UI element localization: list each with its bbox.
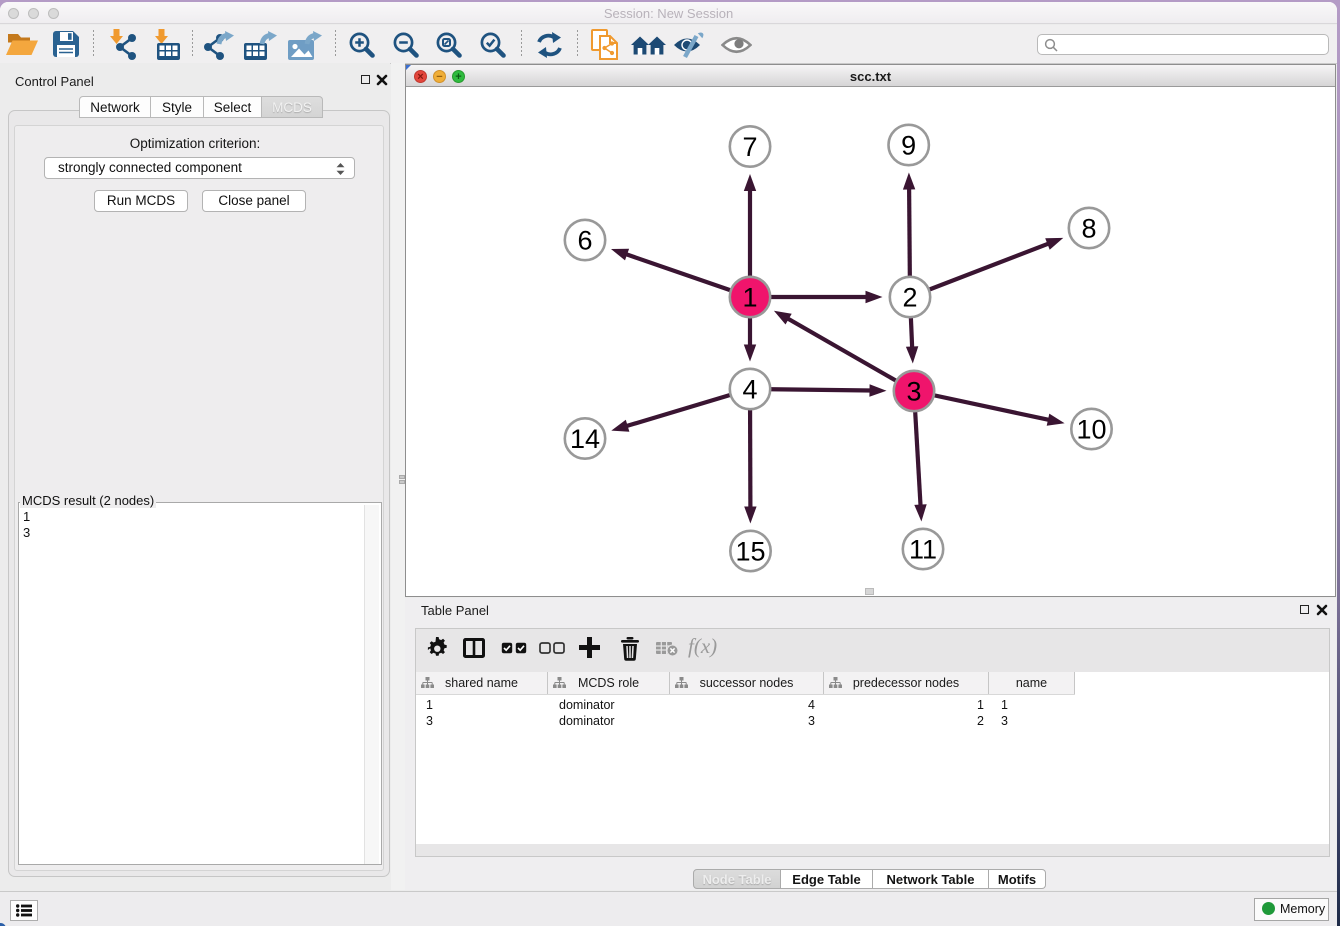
svg-text:8: 8 — [1081, 214, 1096, 244]
svg-text:10: 10 — [1076, 415, 1106, 445]
svg-text:14: 14 — [570, 424, 600, 454]
svg-text:9: 9 — [901, 131, 916, 161]
svg-text:6: 6 — [577, 226, 592, 256]
svg-text:11: 11 — [909, 535, 937, 565]
svg-text:15: 15 — [735, 537, 765, 567]
svg-text:2: 2 — [902, 283, 917, 313]
svg-text:1: 1 — [742, 283, 757, 313]
svg-text:7: 7 — [742, 132, 757, 162]
svg-text:4: 4 — [742, 375, 757, 405]
svg-text:3: 3 — [906, 377, 921, 407]
